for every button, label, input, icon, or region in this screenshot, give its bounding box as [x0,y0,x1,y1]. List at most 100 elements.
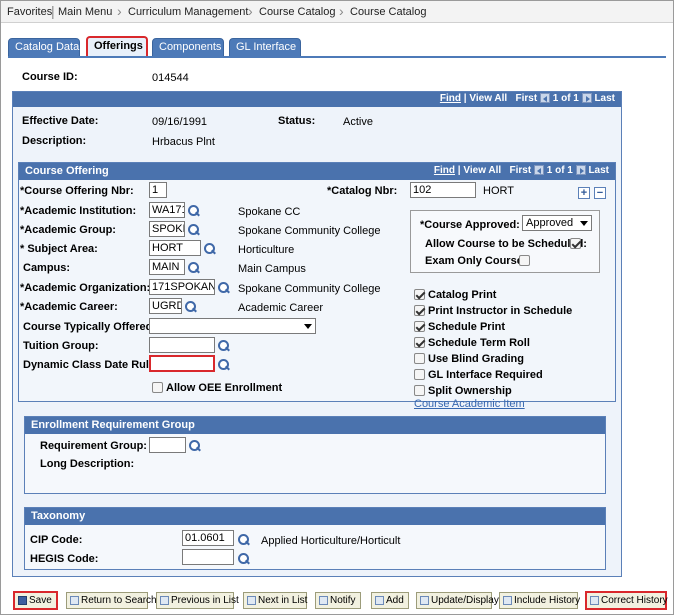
tab-gl-interface[interactable]: GL Interface [229,38,301,57]
blind-grading-checkbox[interactable] [414,353,425,364]
campus-lookup-icon[interactable] [188,262,200,274]
subject-area-input[interactable]: HORT [149,240,201,256]
catalog-subject: HORT [483,185,514,197]
course-academic-item-link[interactable]: Course Academic Item [414,398,525,410]
taxonomy-header: Taxonomy [25,508,605,525]
update-icon [420,595,429,605]
institution-desc: Spokane CC [238,206,301,218]
history-icon [503,595,512,605]
description-label: Description: [22,135,87,147]
long-description-label: Long Description: [40,458,135,470]
breadcrumb-course-catalog-current[interactable]: Course Catalog [350,6,426,18]
next-in-list-button[interactable]: Next in List [243,592,307,609]
tab-components[interactable]: Components [152,38,224,57]
notify-button[interactable]: Notify [315,592,361,609]
delete-row-icon[interactable]: − [594,187,606,199]
institution-lookup-icon[interactable] [188,205,200,217]
add-button[interactable]: Add [371,592,409,609]
save-icon [18,595,27,605]
previous-in-list-button[interactable]: Previous in List [156,592,239,609]
correct-history-icon [590,595,599,605]
print-instructor-label: Print Instructor in Schedule [428,305,573,317]
blind-grading-label: Use Blind Grading [428,353,524,365]
tab-underline [8,56,666,58]
dynamic-class-date-label: Dynamic Class Date Rule: [23,359,159,371]
save-button[interactable]: Save [13,591,58,610]
catalog-print-checkbox[interactable] [414,289,425,300]
return-to-search-button[interactable]: Return to Search [66,592,157,609]
tuition-group-lookup-icon[interactable] [218,340,230,352]
description-value: Hrbacus Plnt [152,136,215,148]
offering-count: 1 of 1 [546,165,573,176]
institution-input[interactable]: WA171 [149,202,185,218]
return-to-search-label: Return to Search [81,595,157,606]
save-button-label: Save [29,595,52,606]
breadcrumb-separator: › [117,3,122,19]
hegis-code-input[interactable] [182,549,234,565]
academic-career-lookup-icon[interactable] [185,301,197,313]
dynamic-class-date-lookup-icon[interactable] [218,359,230,371]
tab-offerings[interactable]: Offerings [86,36,148,57]
offering-find-link[interactable]: Find [434,165,455,176]
breadcrumb-separator: | [51,3,55,19]
effective-prev-icon[interactable] [539,93,550,104]
oee-enrollment-checkbox[interactable] [152,382,163,393]
include-history-button[interactable]: Include History [499,592,580,609]
allow-scheduled-checkbox[interactable] [570,238,581,249]
cip-code-input[interactable]: 01.0601 [182,530,234,546]
campus-input[interactable]: MAIN [149,259,185,275]
effective-first-label: First [515,93,538,104]
tab-catalog-data[interactable]: Catalog Data [8,38,80,57]
hegis-code-label: HEGIS Code: [30,553,99,565]
offering-next-icon[interactable] [575,165,586,176]
breadcrumb-favorites[interactable]: Favorites [7,6,52,18]
exam-only-checkbox[interactable] [519,255,530,266]
breadcrumb-main-menu[interactable]: Main Menu [58,6,112,18]
typically-offered-select[interactable] [149,318,316,334]
breadcrumb-course-catalog[interactable]: Course Catalog [259,6,335,18]
academic-career-input[interactable]: UGRD [149,298,182,314]
academic-group-lookup-icon[interactable] [188,224,200,236]
academic-org-input[interactable]: 171SPOKANE [149,279,215,295]
tab-offerings-label: Offerings [94,40,143,52]
split-ownership-checkbox[interactable] [414,385,425,396]
cip-code-lookup-icon[interactable] [238,534,250,546]
effective-next-icon[interactable] [581,93,592,104]
schedule-print-checkbox[interactable] [414,321,425,332]
breadcrumb-curriculum-management[interactable]: Curriculum Management [128,6,248,18]
course-offering-header: Course Offering Find | View All First 1 … [19,163,615,180]
academic-org-lookup-icon[interactable] [218,282,230,294]
catalog-print-label: Catalog Print [428,289,497,301]
hegis-code-lookup-icon[interactable] [238,553,250,565]
offering-nbr-input[interactable]: 1 [149,182,167,198]
course-approved-select[interactable]: Approved [522,215,592,231]
correct-history-button[interactable]: Correct History [585,591,668,610]
requirement-group-input[interactable] [149,437,186,453]
correct-history-label: Correct History [601,595,668,606]
breadcrumb-separator: › [339,3,344,19]
offering-view-all-link[interactable]: View All [463,165,501,176]
dynamic-class-date-input[interactable] [149,355,215,372]
subject-area-lookup-icon[interactable] [204,243,216,255]
effective-find-link[interactable]: Find [440,93,461,104]
effective-date-panel-header: Find | View All First 1 of 1 Last [13,92,621,107]
tab-components-label: Components [159,41,222,53]
catalog-nbr-input[interactable]: 102 [410,182,476,198]
arrow-down-icon [247,595,256,605]
course-approved-label: *Course Approved: [420,219,520,231]
academic-career-desc: Academic Career [238,302,323,314]
update-display-button[interactable]: Update/Display [416,592,499,609]
tuition-group-input[interactable] [149,337,215,353]
course-approved-value: Approved [526,217,574,229]
print-instructor-checkbox[interactable] [414,305,425,316]
breadcrumb: Favorites | Main Menu › Curriculum Manag… [1,1,673,23]
gl-interface-required-checkbox[interactable] [414,369,425,380]
effective-view-all-link[interactable]: View All [469,93,507,104]
offering-prev-icon[interactable] [533,165,544,176]
schedule-term-roll-checkbox[interactable] [414,337,425,348]
requirement-group-lookup-icon[interactable] [189,440,201,452]
breadcrumb-separator: › [248,3,253,19]
add-row-icon[interactable]: + [578,187,590,199]
academic-group-input[interactable]: SPOKE [149,221,185,237]
chevron-down-icon [580,221,588,230]
